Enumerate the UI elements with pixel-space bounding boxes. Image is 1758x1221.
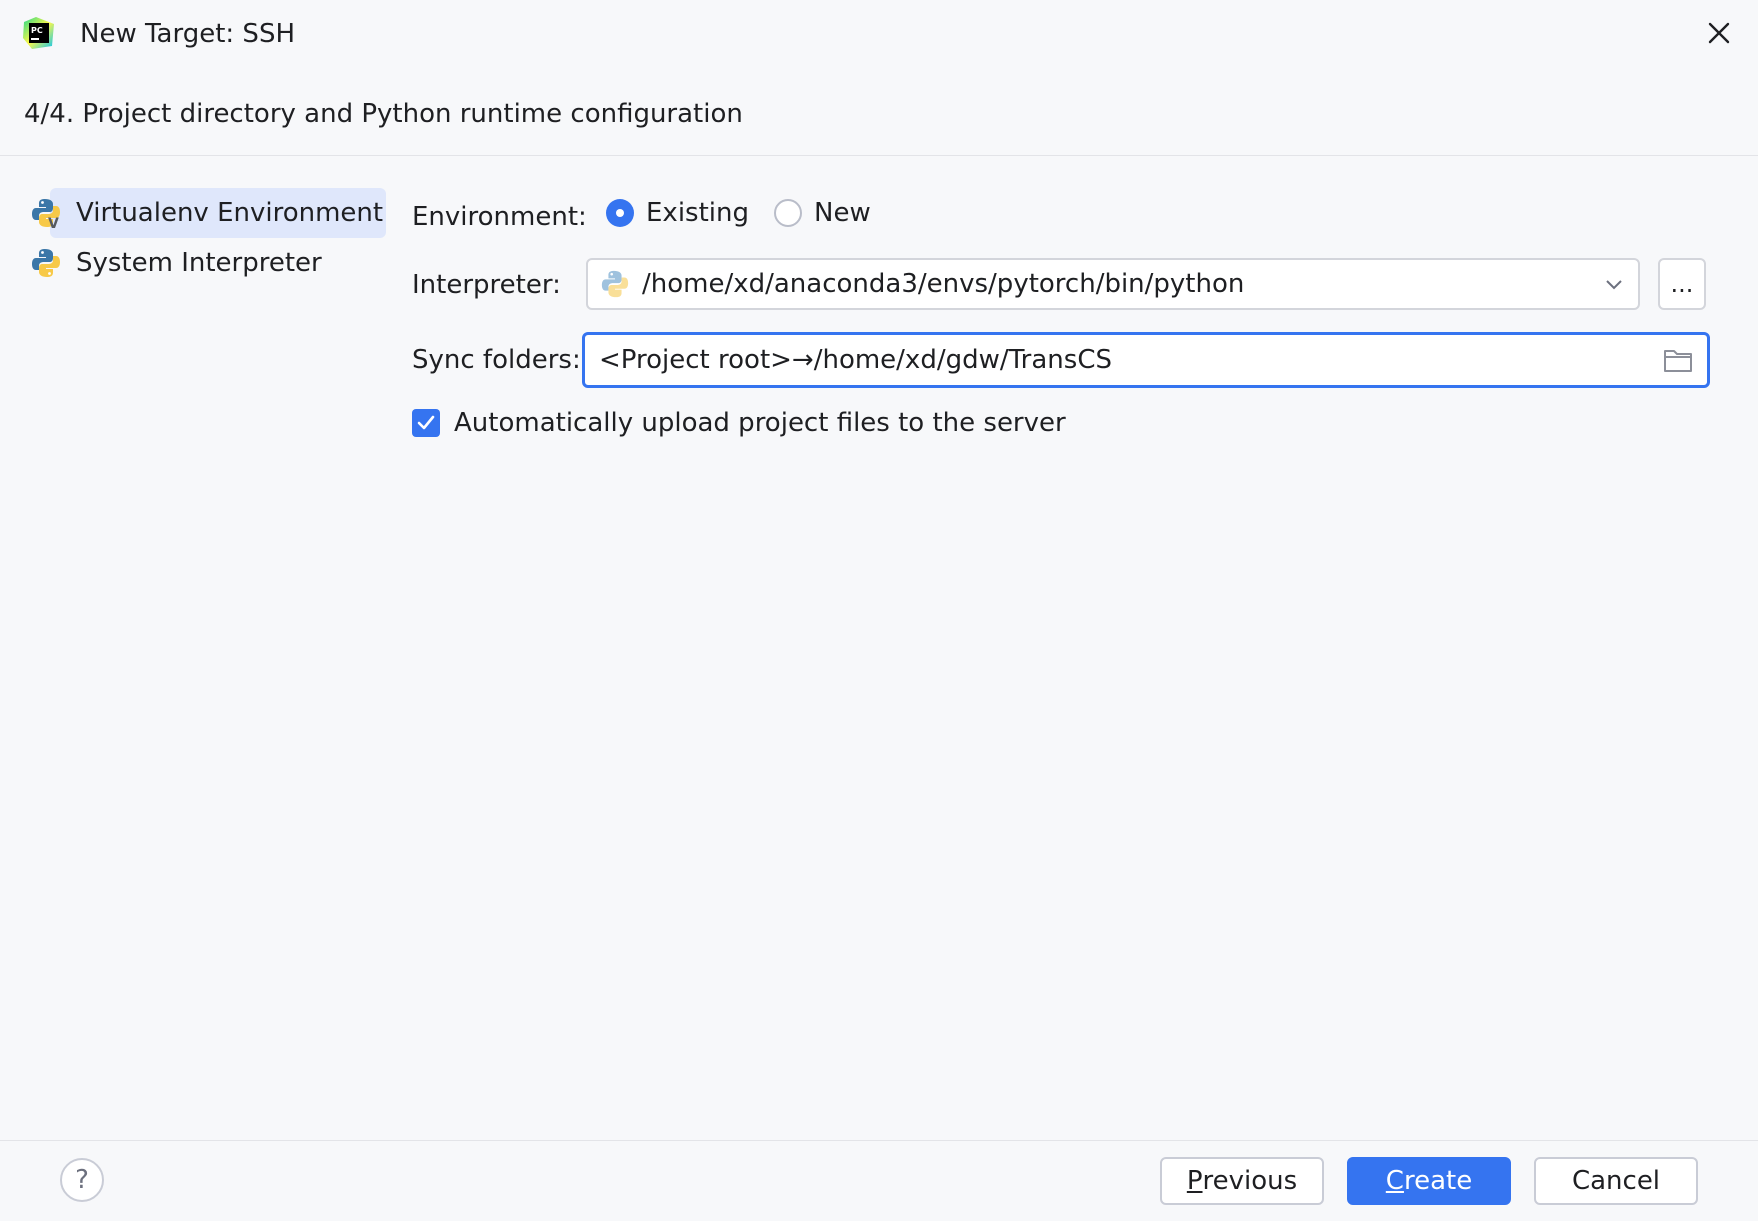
chevron-down-icon[interactable] [1602,272,1626,296]
create-button[interactable]: Create [1347,1157,1511,1205]
python-icon [32,249,60,277]
interpreter-browse-button[interactable]: ... [1658,258,1706,310]
radio-new[interactable]: New [774,198,871,228]
header-divider [0,155,1758,156]
interpreter-combobox[interactable]: /home/xd/anaconda3/envs/pytorch/bin/pyth… [586,258,1640,310]
window-title: New Target: SSH [80,19,295,49]
radio-existing[interactable]: Existing [606,198,749,228]
sync-folders-value: <Project root>→/home/xd/gdw/TransCS [599,345,1112,375]
auto-upload-checkbox[interactable]: Automatically upload project files to th… [412,408,1066,438]
close-icon[interactable] [1702,16,1736,50]
dialog-window: PC New Target: SSH 4/4. Project director… [0,0,1758,1221]
python-virtualenv-icon: V [32,199,60,229]
sidebar-item-label: Virtualenv Environment [76,198,384,228]
cancel-button[interactable]: Cancel [1534,1157,1698,1205]
previous-button[interactable]: Previous [1160,1157,1324,1205]
checkmark-icon [417,415,435,430]
radio-new-label: New [814,198,871,228]
interpreter-value: /home/xd/anaconda3/envs/pytorch/bin/pyth… [642,269,1245,299]
sync-folders-field[interactable]: <Project root>→/home/xd/gdw/TransCS [582,332,1710,388]
radio-existing-label: Existing [646,198,749,228]
footer-divider [0,1140,1758,1141]
sync-folders-label: Sync folders: [412,345,581,375]
environment-label: Environment: [412,202,587,232]
radio-button-selected [606,199,634,227]
folder-icon[interactable] [1663,347,1693,373]
previous-mnemonic: P [1186,1166,1203,1196]
auto-upload-label: Automatically upload project files to th… [454,408,1066,438]
svg-text:PC: PC [31,26,43,35]
create-mnemonic: C [1385,1166,1404,1196]
radio-button-unselected [774,199,802,227]
checkbox-checked [412,409,440,437]
previous-label: revious [1202,1166,1298,1196]
svg-text:V: V [48,216,59,229]
title-bar: PC New Target: SSH [0,0,1758,70]
pycharm-logo-icon: PC [23,17,54,49]
interpreter-label: Interpreter: [412,270,561,300]
python-icon [601,270,629,298]
sidebar-item-virtualenv[interactable]: V Virtualenv Environment [30,188,386,238]
sidebar-item-label: System Interpreter [76,248,322,278]
sidebar-item-system-interpreter[interactable]: System Interpreter [30,238,322,288]
create-label: reate [1403,1166,1473,1196]
help-button[interactable]: ? [60,1158,104,1202]
step-header: 4/4. Project directory and Python runtim… [24,99,743,129]
